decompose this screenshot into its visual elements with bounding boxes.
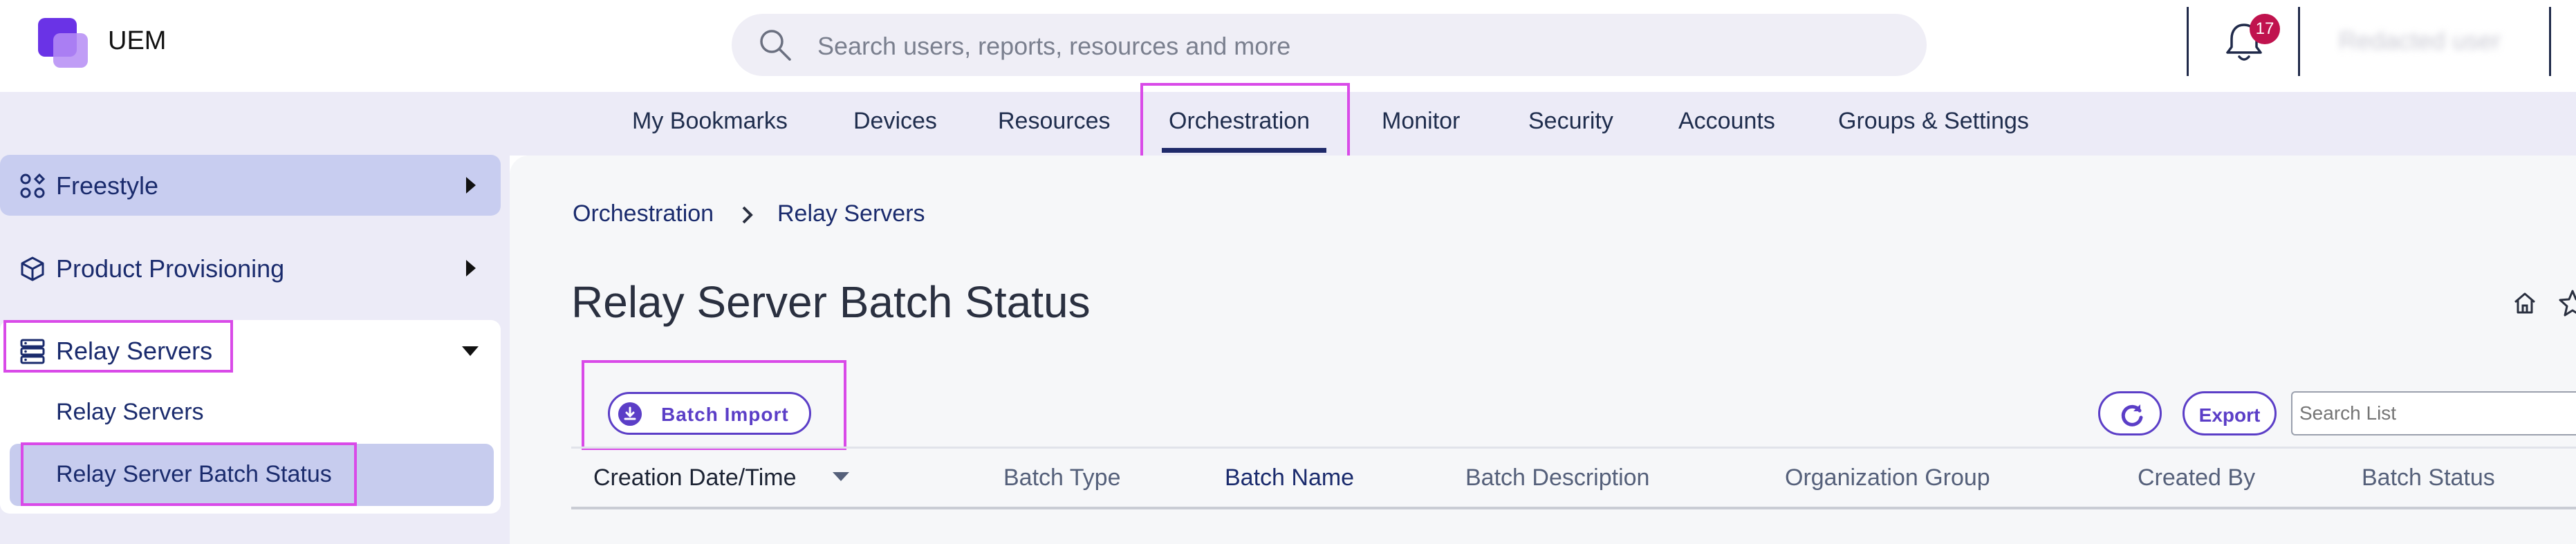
sidebar-subitem-relay-servers[interactable]: Relay Servers: [56, 399, 204, 426]
chevron-right-icon: [742, 206, 753, 224]
home-icon[interactable]: [2512, 290, 2537, 315]
notification-badge[interactable]: 17: [2250, 14, 2280, 44]
top-bar: UEM Search users, reports, resources and…: [0, 0, 2576, 92]
export-label: Export: [2198, 404, 2261, 426]
nav-resources[interactable]: Resources: [998, 108, 1111, 135]
sidebar-item-product-provisioning[interactable]: Product Provisioning: [0, 238, 501, 299]
box-icon: [21, 256, 44, 281]
header-divider: [2549, 7, 2551, 76]
sidebar-item-freestyle[interactable]: Freestyle: [0, 155, 501, 216]
app-title: UEM: [108, 26, 167, 55]
nav-devices[interactable]: Devices: [853, 108, 937, 135]
refresh-icon: [2121, 404, 2143, 426]
nav-monitor[interactable]: Monitor: [1382, 108, 1460, 135]
column-header-organization-group[interactable]: Organization Group: [1785, 465, 1990, 491]
column-header-batch-type[interactable]: Batch Type: [1003, 465, 1121, 491]
caret-down-icon: [462, 346, 479, 356]
highlight-box: [582, 360, 846, 450]
search-list-input[interactable]: [2291, 391, 2576, 435]
user-menu[interactable]: Redacted user: [2339, 26, 2501, 55]
freestyle-icon: [20, 173, 46, 198]
highlight-box: [21, 442, 357, 506]
global-search[interactable]: Search users, reports, resources and mor…: [732, 14, 1927, 76]
nav-security[interactable]: Security: [1528, 108, 1613, 135]
export-button[interactable]: Export: [2183, 391, 2277, 435]
table-divider: [571, 507, 2576, 509]
sort-desc-icon[interactable]: [833, 472, 849, 481]
highlight-box: [3, 320, 233, 373]
star-icon[interactable]: [2559, 289, 2576, 317]
table-divider: [571, 447, 2576, 449]
search-icon: [760, 30, 791, 61]
global-search-placeholder[interactable]: Search users, reports, resources and mor…: [817, 32, 1290, 61]
refresh-button[interactable]: [2098, 391, 2162, 435]
column-header-created-by[interactable]: Created By: [2138, 465, 2255, 491]
app-logo[interactable]: [38, 18, 92, 68]
sidebar-item-label: Product Provisioning: [56, 254, 285, 283]
page-title: Relay Server Batch Status: [571, 277, 1091, 327]
caret-right-icon: [466, 177, 476, 194]
header-divider: [2298, 7, 2300, 76]
nav-groups-settings[interactable]: Groups & Settings: [1838, 108, 2029, 135]
column-header-batch-status[interactable]: Batch Status: [2362, 465, 2495, 491]
sidebar-item-label: Freestyle: [56, 171, 159, 200]
breadcrumb-orchestration[interactable]: Orchestration: [573, 200, 714, 227]
breadcrumb-relay-servers[interactable]: Relay Servers: [777, 200, 925, 227]
nav-my-bookmarks[interactable]: My Bookmarks: [632, 108, 788, 135]
column-header-batch-description[interactable]: Batch Description: [1465, 465, 1649, 491]
header-divider: [2187, 7, 2189, 76]
caret-right-icon: [466, 260, 476, 276]
column-header-creation-date[interactable]: Creation Date/Time: [593, 465, 797, 491]
nav-accounts[interactable]: Accounts: [1678, 108, 1775, 135]
column-header-batch-name[interactable]: Batch Name: [1225, 465, 1354, 491]
